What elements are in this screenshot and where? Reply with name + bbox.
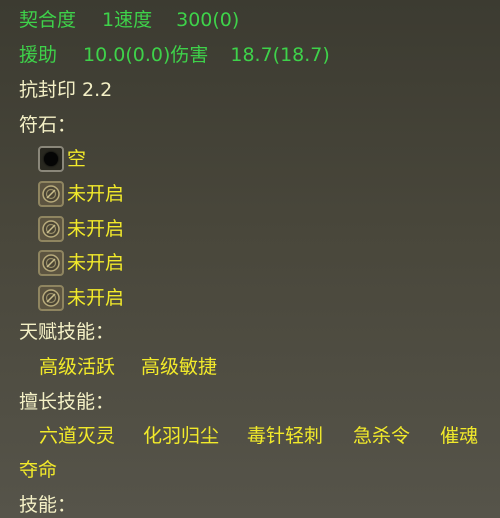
specialty-skills-heading: 擅长技能： [19, 391, 115, 413]
seal-resist-row: 抗封印 2.2 [19, 79, 113, 101]
runestone-slot-3[interactable]: 未开启 [38, 215, 124, 243]
talent-skills-heading: 天赋技能： [19, 321, 115, 343]
specialty-skill[interactable]: 化羽归尘 [143, 425, 219, 447]
speed-label: 1速度 [102, 9, 153, 31]
runestone-slot-4[interactable]: 未开启 [38, 249, 124, 277]
locked-socket-icon [38, 216, 64, 242]
locked-socket-icon [38, 285, 64, 311]
damage-value: 18.7(18.7) [230, 44, 330, 66]
assist-row: 援助 10.0(0.0)伤害 18.7(18.7) [19, 43, 330, 67]
assist-value: 10.0(0.0)伤害 [83, 44, 209, 66]
runestone-slot-label: 未开启 [67, 218, 125, 240]
talent-skill[interactable]: 高级敏捷 [141, 356, 217, 378]
empty-socket-icon [38, 146, 64, 172]
affinity-label: 契合度 [19, 9, 77, 31]
specialty-skill[interactable]: 催魂 [440, 425, 478, 447]
runestone-slot-5[interactable]: 未开启 [38, 284, 124, 312]
skills-heading: 技能： [19, 494, 77, 516]
talent-skill[interactable]: 高级活跃 [39, 356, 115, 378]
specialty-skill-wrap[interactable]: 夺命 [19, 458, 57, 482]
runestone-slot-2[interactable]: 未开启 [38, 180, 124, 208]
assist-label: 援助 [19, 44, 58, 66]
runestone-slot-1[interactable]: 空 [38, 145, 86, 173]
specialty-skill[interactable]: 急杀令 [353, 425, 410, 447]
specialty-skill[interactable]: 六道灭灵 [39, 425, 115, 447]
specialty-skill[interactable]: 毒针轻刺 [247, 425, 323, 447]
runestone-slot-label: 未开启 [67, 287, 125, 309]
locked-socket-icon [38, 250, 64, 276]
speed-value: 300(0) [176, 9, 240, 31]
runestone-slot-label: 未开启 [67, 183, 125, 205]
runestone-heading: 符石： [19, 114, 77, 136]
talent-skills-list: 高级活跃 高级敏捷 [39, 355, 217, 379]
runestone-slot-label: 未开启 [67, 252, 125, 274]
locked-socket-icon [38, 181, 64, 207]
runestone-slot-label: 空 [67, 148, 87, 170]
specialty-skills-list: 六道灭灵 化羽归尘 毒针轻刺 急杀令 催魂 [39, 424, 478, 448]
affinity-speed-row: 契合度 1速度 300(0) [19, 8, 239, 32]
